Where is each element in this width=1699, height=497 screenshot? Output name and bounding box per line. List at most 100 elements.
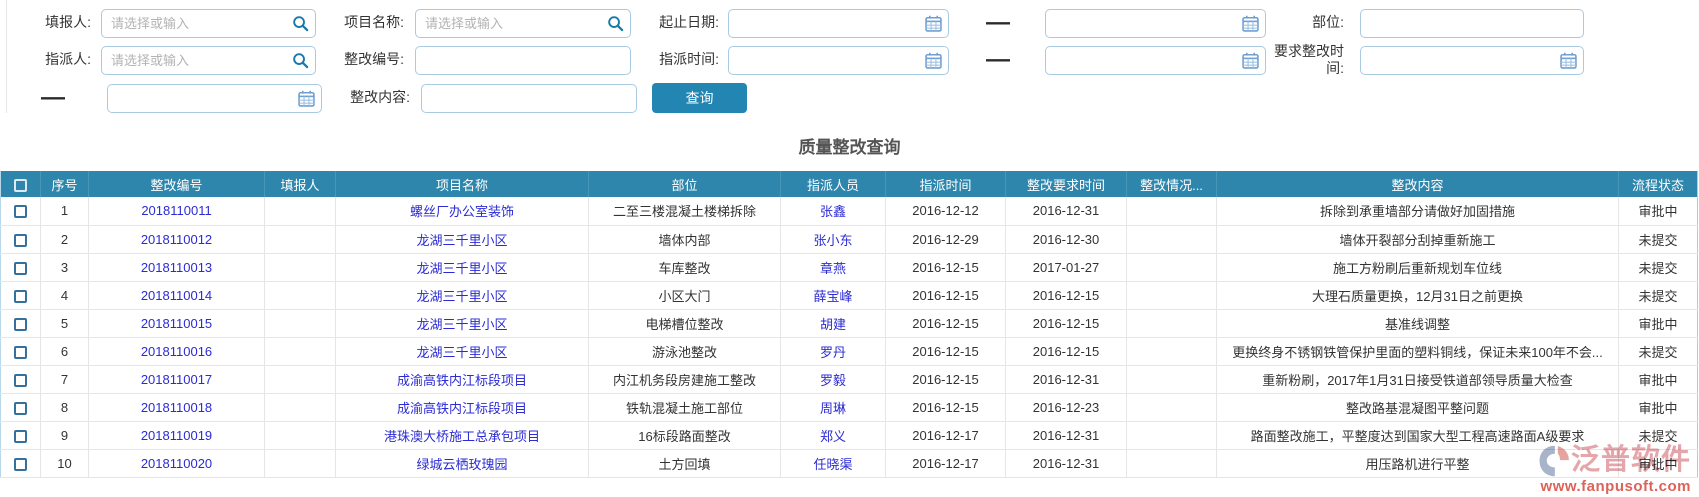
- assignee-link[interactable]: 薛宝峰: [813, 289, 852, 304]
- row-checkbox[interactable]: [14, 318, 27, 331]
- project-link[interactable]: 港珠澳大桥施工总承包项目: [384, 429, 540, 444]
- rectify-code-cell: 2018110016: [89, 337, 265, 365]
- project-link[interactable]: 龙湖三千里小区: [416, 289, 507, 304]
- assignee-link[interactable]: 罗丹: [820, 345, 846, 360]
- row-checkbox[interactable]: [14, 234, 27, 247]
- rectify-code-link[interactable]: 2018110011: [141, 203, 211, 218]
- status-cell: 未提交: [1619, 225, 1698, 253]
- calendar-icon[interactable]: [1560, 52, 1577, 69]
- table-row: 2 2018110012 龙湖三千里小区 墙体内部 张小东 2016-12-29…: [1, 225, 1698, 253]
- rectify-code-link[interactable]: 2018110012: [141, 232, 212, 247]
- assignee-link[interactable]: 张鑫: [820, 204, 846, 219]
- row-checkbox[interactable]: [14, 430, 27, 443]
- project-link[interactable]: 龙湖三千里小区: [416, 261, 507, 276]
- table-row: 4 2018110014 龙湖三千里小区 小区大门 薛宝峰 2016-12-15…: [1, 281, 1698, 309]
- project-link[interactable]: 龙湖三千里小区: [416, 233, 507, 248]
- calendar-icon[interactable]: [298, 90, 315, 107]
- situation-cell: [1127, 393, 1217, 421]
- search-icon[interactable]: [292, 52, 309, 69]
- row-checkbox[interactable]: [14, 205, 27, 218]
- project-cell: 成渝高铁内江标段项目: [336, 365, 589, 393]
- calendar-icon[interactable]: [1242, 15, 1259, 32]
- calendar-icon[interactable]: [1242, 52, 1259, 69]
- rectify-code-cell: 2018110020: [89, 449, 265, 477]
- assignee-link[interactable]: 张小东: [813, 233, 852, 248]
- calendar-icon[interactable]: [925, 52, 942, 69]
- select-all-checkbox[interactable]: [14, 179, 27, 192]
- table-row: 6 2018110016 龙湖三千里小区 游泳池整改 罗丹 2016-12-15…: [1, 337, 1698, 365]
- project-name-input[interactable]: [415, 9, 631, 38]
- part-cell: 内江机务段房建施工整改: [589, 365, 781, 393]
- project-link[interactable]: 成渝高铁内江标段项目: [397, 401, 527, 416]
- rectify-code-link[interactable]: 2018110015: [141, 316, 212, 331]
- reporter-cell: [265, 197, 336, 225]
- calendar-icon[interactable]: [925, 15, 942, 32]
- assign-time-start-input[interactable]: [728, 46, 949, 75]
- rectify-code-link[interactable]: 2018110014: [141, 288, 212, 303]
- project-cell: 龙湖三千里小区: [336, 309, 589, 337]
- assign-time-end-input[interactable]: [1045, 46, 1266, 75]
- project-link[interactable]: 螺丝厂办公室装饰: [410, 204, 514, 219]
- part-input[interactable]: [1360, 9, 1584, 38]
- date-range-end-input[interactable]: [1045, 9, 1266, 38]
- assignee-link[interactable]: 周琳: [820, 401, 846, 416]
- rectify-code-link[interactable]: 2018110013: [141, 260, 212, 275]
- content-cell: 墙体开裂部分刮掉重新施工: [1217, 225, 1619, 253]
- filter-panel: 填报人: 项目名称: 起止日期: — 部位:: [6, 0, 1699, 113]
- date-range-start-input[interactable]: [728, 9, 949, 38]
- row-checkbox[interactable]: [14, 262, 27, 275]
- assigner-input[interactable]: [101, 46, 316, 75]
- require-date-cell: 2016-12-23: [1006, 393, 1127, 421]
- row-checkbox[interactable]: [14, 374, 27, 387]
- reporter-input[interactable]: [101, 9, 316, 38]
- assign-date-cell: 2016-12-15: [886, 337, 1006, 365]
- project-link[interactable]: 龙湖三千里小区: [416, 345, 507, 360]
- rectify-code-cell: 2018110019: [89, 421, 265, 449]
- rectify-code-link[interactable]: 2018110020: [141, 456, 212, 471]
- situation-cell: [1127, 365, 1217, 393]
- assign-date-cell: 2016-12-15: [886, 253, 1006, 281]
- rectify-code-link[interactable]: 2018110017: [141, 372, 212, 387]
- search-icon[interactable]: [292, 15, 309, 32]
- project-link[interactable]: 成渝高铁内江标段项目: [397, 373, 527, 388]
- rectify-code-link[interactable]: 2018110018: [141, 400, 212, 415]
- require-time-end-input[interactable]: [107, 84, 322, 113]
- content-cell: 更换终身不锈钢铁管保护里面的塑料铜线，保证未来100年不会...: [1217, 337, 1619, 365]
- rectify-code-link[interactable]: 2018110016: [141, 344, 212, 359]
- assignee-link[interactable]: 郑义: [820, 429, 846, 444]
- rectify-code-cell: 2018110018: [89, 393, 265, 421]
- col-content: 整改内容: [1217, 171, 1619, 197]
- col-status: 流程状态: [1619, 171, 1698, 197]
- row-checkbox[interactable]: [14, 458, 27, 471]
- row-checkbox[interactable]: [14, 290, 27, 303]
- assignee-link[interactable]: 任晓渠: [813, 457, 852, 472]
- checkbox-cell: [1, 281, 41, 309]
- project-cell: 港珠澳大桥施工总承包项目: [336, 421, 589, 449]
- assignee-link[interactable]: 罗毅: [820, 373, 846, 388]
- assignee-cell: 胡建: [781, 309, 886, 337]
- assignee-link[interactable]: 章燕: [820, 261, 846, 276]
- checkbox-cell: [1, 421, 41, 449]
- table-row: 8 2018110018 成渝高铁内江标段项目 铁轨混凝土施工部位 周琳 201…: [1, 393, 1698, 421]
- rectify-code-cell: 2018110011: [89, 197, 265, 225]
- seq-cell: 3: [41, 253, 89, 281]
- project-link[interactable]: 龙湖三千里小区: [416, 317, 507, 332]
- require-date-cell: 2016-12-30: [1006, 225, 1127, 253]
- require-time-start-input[interactable]: [1360, 46, 1584, 75]
- reporter-cell: [265, 281, 336, 309]
- rectify-no-input[interactable]: [415, 46, 631, 75]
- content-input[interactable]: [421, 84, 637, 113]
- assign-date-cell: 2016-12-17: [886, 449, 1006, 477]
- search-button[interactable]: 查询: [652, 83, 747, 113]
- row-checkbox[interactable]: [14, 402, 27, 415]
- situation-cell: [1127, 253, 1217, 281]
- project-link[interactable]: 绿城云栖玫瑰园: [416, 457, 507, 472]
- assignee-link[interactable]: 胡建: [820, 317, 846, 332]
- assign-time-label: 指派时间:: [631, 51, 719, 69]
- search-icon[interactable]: [607, 15, 624, 32]
- require-date-cell: 2016-12-31: [1006, 365, 1127, 393]
- row-checkbox[interactable]: [14, 346, 27, 359]
- table-body: 1 2018110011 螺丝厂办公室装饰 二至三楼混凝土楼梯拆除 张鑫 201…: [1, 197, 1698, 477]
- rectify-code-link[interactable]: 2018110019: [141, 428, 212, 443]
- require-date-cell: 2016-12-31: [1006, 197, 1127, 225]
